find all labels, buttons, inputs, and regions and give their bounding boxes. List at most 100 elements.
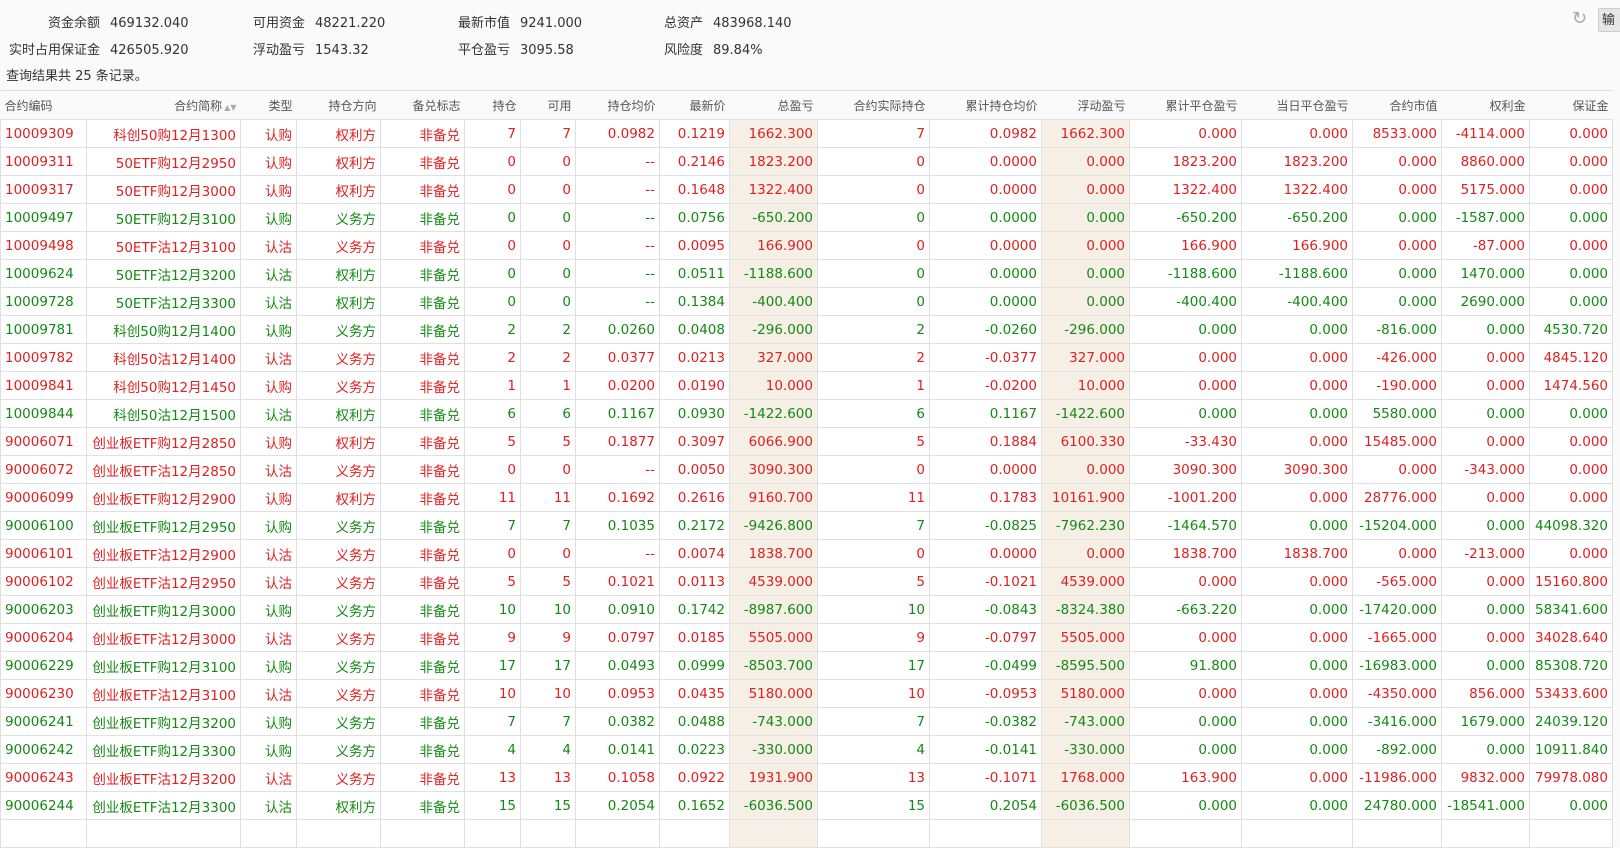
table-row[interactable]: 10009782 科创50沽12月1400 认沽 义务方 非备兑 2 2 0.0377 0.02… (0, 343, 1613, 372)
table-row[interactable]: 90006071 创业板ETF购12月2850 认购 权利方 非备兑 5 5 0.1877 0.… (0, 427, 1613, 456)
column-header[interactable]: 持仓 (464, 90, 521, 120)
cell-12: -296.000 (1041, 315, 1130, 344)
table-row[interactable]: 90006203 创业板ETF购12月3000 认购 义务方 非备兑 10 10 0.0910… (0, 595, 1613, 624)
cell-11: -0.0825 (929, 511, 1042, 540)
column-header-label: 权利金 (1489, 98, 1526, 113)
table-row[interactable]: 90006072 创业板ETF沽12月2850 认沽 义务方 非备兑 0 0 -- 0.0050… (0, 455, 1613, 484)
cell-1: 50ETF沽12月3200 (86, 259, 241, 288)
column-header-label: 保证金 (1572, 98, 1609, 113)
column-header[interactable]: 类型 (240, 90, 297, 120)
cell-5: 1 (464, 371, 521, 400)
table-row[interactable]: 90006102 创业板ETF沽12月2950 认沽 义务方 非备兑 5 5 0.1021 0.… (0, 567, 1613, 596)
table-row[interactable]: 10009498 50ETF沽12月3100 认沽 义务方 非备兑 0 0 -- 0.0095 1… (0, 231, 1613, 260)
summary-item: 浮动盈亏 1543.32 (215, 39, 369, 58)
table-row[interactable]: 90006099 创业板ETF购12月2900 认购 权利方 非备兑 11 11 0.1692… (0, 483, 1613, 512)
cell-11: 0.2054 (929, 791, 1042, 820)
summary-label: 最新市值 (457, 16, 510, 31)
cell-14: 0.000 (1241, 511, 1353, 540)
column-header[interactable]: 可用 (520, 90, 576, 120)
cell-14: -400.400 (1241, 287, 1353, 316)
table-row[interactable]: 10009841 科创50购12月1450 认购 义务方 非备兑 1 1 0.0200 0.01… (0, 371, 1613, 400)
cell-14: 0.000 (1241, 763, 1353, 792)
empty-cell (86, 819, 241, 848)
table-row[interactable]: 90006100 创业板ETF购12月2950 认购 义务方 非备兑 7 7 0.1035 0.… (0, 511, 1613, 540)
cell-9: 9160.700 (729, 483, 818, 512)
export-button[interactable]: 输 (1598, 8, 1620, 32)
cell-7: 0.0260 (575, 315, 660, 344)
cell-9: -743.000 (729, 707, 818, 736)
refresh-icon[interactable]: ↻ (1572, 10, 1590, 28)
cell-10: 0 (817, 259, 930, 288)
cell-16: 1679.000 (1441, 707, 1530, 736)
table-row[interactable]: 90006230 创业板ETF沽12月3100 认沽 义务方 非备兑 10 10 0.0953… (0, 679, 1613, 708)
cell-8: 0.0930 (659, 399, 730, 428)
cell-11: 0.0000 (929, 455, 1042, 484)
table-row[interactable]: 10009309 科创50购12月1300 认购 权利方 非备兑 7 7 0.0982 0.12… (0, 119, 1613, 148)
table-row[interactable]: 10009311 50ETF购12月2950 认购 权利方 非备兑 0 0 -- 0.2146 1… (0, 147, 1613, 176)
table-row[interactable]: 10009497 50ETF购12月3100 认购 义务方 非备兑 0 0 -- 0.0756-… (0, 203, 1613, 232)
cell-11: 0.1884 (929, 427, 1042, 456)
summary-item: 资金余额 469132.040 (0, 12, 189, 31)
column-header[interactable]: 合约编码 (0, 90, 87, 120)
cell-17: 53433.600 (1529, 679, 1613, 708)
cell-13: 1838.700 (1129, 539, 1242, 568)
cell-16: -18541.000 (1441, 791, 1530, 820)
table-row[interactable]: 90006204 创业板ETF沽12月3000 认沽 义务方 非备兑 9 9 0.0797 0.… (0, 623, 1613, 652)
cell-8: 0.2172 (659, 511, 730, 540)
table-row[interactable]: 10009728 50ETF沽12月3300 认沽 权利方 非备兑 0 0 -- 0.1384-… (0, 287, 1613, 316)
cell-8: 0.0999 (659, 651, 730, 680)
cell-16: -343.000 (1441, 455, 1530, 484)
cell-1: 创业板ETF购12月3300 (86, 735, 241, 764)
cell-7: 0.0953 (575, 679, 660, 708)
column-header[interactable]: 累计平仓盈亏 (1129, 90, 1242, 120)
column-header[interactable]: 持仓方向 (296, 90, 381, 120)
table-row[interactable]: 90006244 创业板ETF沽12月3300 认沽 权利方 非备兑 15 15 0.2054… (0, 791, 1613, 820)
table-row[interactable]: 10009844 科创50沽12月1500 认沽 权利方 非备兑 6 6 0.1167 0.09… (0, 399, 1613, 428)
cell-17: 0.000 (1529, 455, 1613, 484)
column-header[interactable]: 浮动盈亏 (1041, 90, 1130, 120)
table-row[interactable]: 10009781 科创50购12月1400 认购 义务方 非备兑 2 2 0.0260 0.04… (0, 315, 1613, 344)
column-header[interactable]: 备兑标志 (380, 90, 465, 120)
cell-17: 0.000 (1529, 259, 1613, 288)
column-header[interactable]: 权利金 (1441, 90, 1530, 120)
column-header[interactable]: 最新价 (659, 90, 730, 120)
cell-7: 0.1035 (575, 511, 660, 540)
cell-15: 0.000 (1352, 147, 1442, 176)
table-row[interactable]: 90006241 创业板ETF购12月3200 认购 义务方 非备兑 7 7 0.0382 0.… (0, 707, 1613, 736)
cell-17: 85308.720 (1529, 651, 1613, 680)
column-header[interactable]: 合约简称 ▲▼ (86, 90, 241, 120)
cell-16: 9832.000 (1441, 763, 1530, 792)
summary-item: 平仓盈亏 3095.58 (420, 39, 574, 58)
table-row[interactable]: 90006243 创业板ETF沽12月3200 认沽 义务方 非备兑 13 13 0.1058… (0, 763, 1613, 792)
table-row[interactable]: 10009624 50ETF沽12月3200 认沽 权利方 非备兑 0 0 -- 0.0511-… (0, 259, 1613, 288)
cell-9: -400.400 (729, 287, 818, 316)
table-row[interactable]: 90006229 创业板ETF购12月3100 认购 义务方 非备兑 17 17 0.0493… (0, 651, 1613, 680)
cell-10: 5 (817, 427, 930, 456)
column-header[interactable]: 累计持仓均价 (929, 90, 1042, 120)
cell-4: 非备兑 (380, 399, 465, 428)
column-header[interactable]: 保证金 (1529, 90, 1613, 120)
column-header[interactable]: 当日平仓盈亏 (1241, 90, 1353, 120)
cell-0: 90006229 (0, 651, 87, 680)
empty-cell (659, 819, 730, 848)
cell-0: 90006099 (0, 483, 87, 512)
table-row[interactable]: 90006101 创业板ETF沽12月2900 认沽 义务方 非备兑 0 0 -- 0.0074… (0, 539, 1613, 568)
cell-2: 认购 (240, 483, 297, 512)
cell-11: -0.0377 (929, 343, 1042, 372)
column-header[interactable]: 持仓均价 (575, 90, 660, 120)
column-header[interactable]: 合约市值 (1352, 90, 1442, 120)
cell-7: -- (575, 539, 660, 568)
sort-icon[interactable]: ▲▼ (224, 103, 236, 112)
column-header[interactable]: 合约实际持仓 (817, 90, 930, 120)
cell-0: 10009624 (0, 259, 87, 288)
cell-8: 0.0408 (659, 315, 730, 344)
column-header[interactable]: 总盈亏 (729, 90, 818, 120)
column-header-label: 类型 (268, 98, 293, 113)
table-row[interactable]: 10009317 50ETF购12月3000 认购 权利方 非备兑 0 0 -- 0.1648 1… (0, 175, 1613, 204)
cell-8: 0.1648 (659, 175, 730, 204)
cell-6: 10 (520, 595, 576, 624)
cell-6: 15 (520, 791, 576, 820)
cell-13: 0.000 (1129, 343, 1242, 372)
table-row[interactable]: 90006242 创业板ETF购12月3300 认购 义务方 非备兑 4 4 0.0141 0.… (0, 735, 1613, 764)
cell-7: 0.0377 (575, 343, 660, 372)
